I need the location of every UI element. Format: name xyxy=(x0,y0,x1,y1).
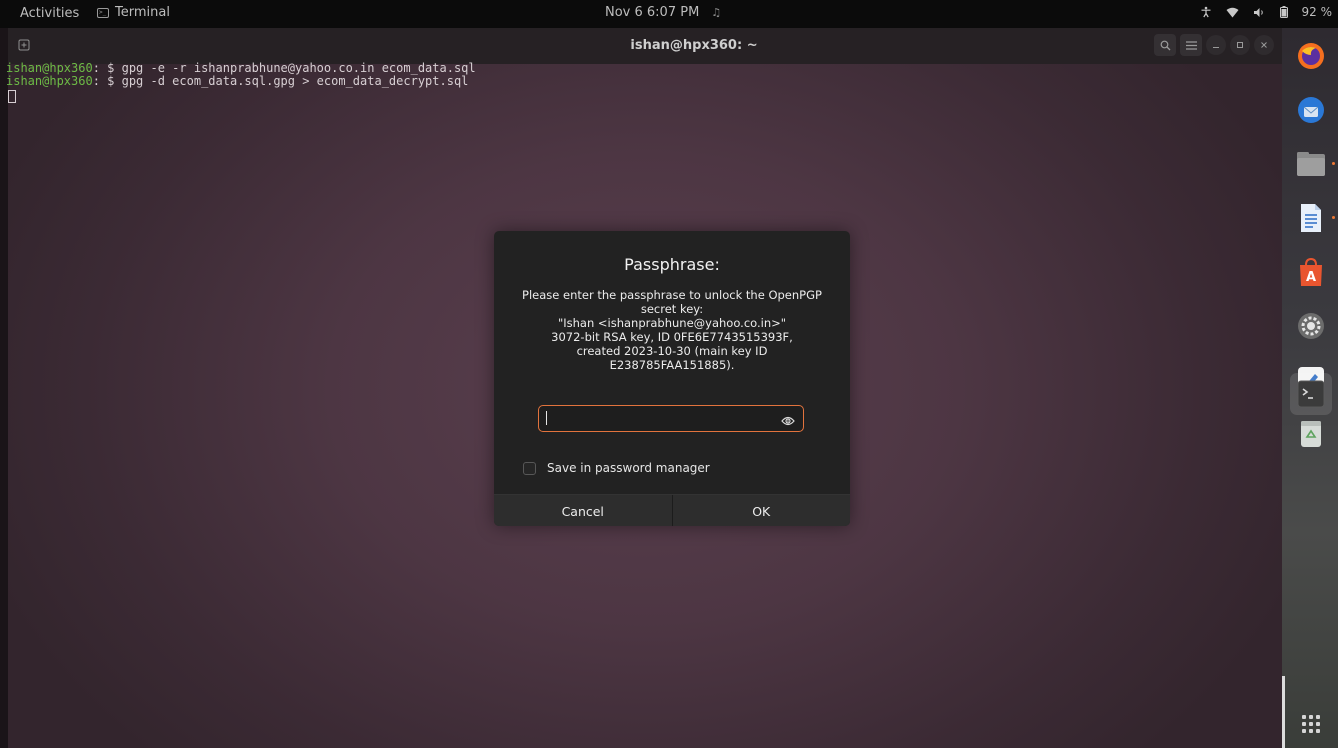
clock-button[interactable]: Nov 6 6:07 PM ♫ xyxy=(605,5,721,20)
dialog-message: Please enter the passphrase to unlock th… xyxy=(514,288,830,372)
trash-icon[interactable] xyxy=(1295,418,1327,450)
files-icon[interactable] xyxy=(1295,148,1327,180)
dock: A xyxy=(1282,28,1338,748)
terminal-header-bar[interactable]: ishan@hpx360: ~ xyxy=(8,28,1282,64)
dialog-message-line: Please enter the passphrase to unlock th… xyxy=(522,288,822,302)
minimize-icon[interactable] xyxy=(1206,35,1226,55)
system-tray[interactable]: 92 % xyxy=(1200,5,1333,19)
terminal-title: ishan@hpx360: ~ xyxy=(630,38,758,53)
dialog-message-line: E238785FAA151885). xyxy=(609,358,735,372)
activities-button[interactable]: Activities xyxy=(20,6,79,21)
ok-button[interactable]: OK xyxy=(671,495,850,526)
terminal-separator: : $ xyxy=(92,61,122,75)
passphrase-dialog: Passphrase: Please enter the passphrase … xyxy=(494,231,850,526)
dialog-message-line: created 2023-10-30 (main key ID xyxy=(576,344,768,358)
passphrase-input[interactable] xyxy=(538,405,804,432)
terminal-command: gpg -e -r ishanprabhune@yahoo.co.in ecom… xyxy=(121,61,476,75)
show-apps-icon[interactable] xyxy=(1295,708,1327,740)
dialog-message-line: secret key: xyxy=(640,302,704,316)
search-icon[interactable] xyxy=(1154,34,1176,56)
running-indicator xyxy=(1332,216,1335,219)
dialog-title: Passphrase: xyxy=(624,255,720,274)
wifi-icon xyxy=(1226,7,1239,18)
grid-icon xyxy=(1302,715,1320,733)
dialog-button-bar: Cancel OK xyxy=(494,494,850,526)
save-password-checkbox[interactable] xyxy=(523,461,536,475)
close-icon[interactable] xyxy=(1254,35,1274,55)
terminal-separator: : $ xyxy=(92,74,122,88)
save-in-password-manager-row[interactable]: Save in password manager xyxy=(523,461,710,475)
volume-icon xyxy=(1253,7,1266,18)
app-menu-button[interactable]: >_ Terminal xyxy=(97,5,170,20)
terminal-prompt: ishan@hpx360 xyxy=(6,61,93,75)
hamburger-menu-icon[interactable] xyxy=(1180,34,1202,56)
battery-percent: 92 % xyxy=(1301,5,1333,19)
thunderbird-icon[interactable] xyxy=(1295,94,1327,126)
top-bar: Activities >_ Terminal Nov 6 6:07 PM ♫ 9… xyxy=(0,0,1338,28)
settings-icon[interactable] xyxy=(1295,310,1327,342)
terminal-icon[interactable] xyxy=(1295,378,1327,410)
terminal-line: ishan@hpx360: $ gpg -d ecom_data.sql.gpg… xyxy=(6,75,468,88)
cancel-button[interactable]: Cancel xyxy=(494,495,672,526)
terminal-prompt: ishan@hpx360 xyxy=(6,74,93,88)
firefox-icon[interactable] xyxy=(1295,40,1327,72)
notification-bell-icon: ♫ xyxy=(711,6,722,19)
svg-text:A: A xyxy=(1306,270,1316,285)
terminal-small-icon: >_ xyxy=(97,7,109,18)
accessibility-icon[interactable] xyxy=(1200,6,1212,18)
dialog-message-line: "Ishan <ishanprabhune@yahoo.co.in>" xyxy=(557,316,787,330)
terminal-cursor xyxy=(8,90,16,103)
show-password-eye-icon[interactable] xyxy=(781,412,795,426)
save-password-label[interactable]: Save in password manager xyxy=(547,461,710,475)
app-menu-label: Terminal xyxy=(115,5,170,20)
text-caret xyxy=(546,411,547,425)
clock-datetime: Nov 6 6:07 PM xyxy=(605,5,700,20)
writer-icon[interactable] xyxy=(1295,202,1327,234)
maximize-icon[interactable] xyxy=(1230,35,1250,55)
app-center-icon[interactable]: A xyxy=(1295,256,1327,288)
dialog-message-line: 3072-bit RSA key, ID 0FE6E7743515393F, xyxy=(551,330,793,344)
battery-icon xyxy=(1279,6,1288,18)
terminal-scrollbar[interactable] xyxy=(1282,676,1285,748)
terminal-command: gpg -d ecom_data.sql.gpg > ecom_data_dec… xyxy=(121,74,469,88)
running-indicator xyxy=(1332,162,1335,165)
